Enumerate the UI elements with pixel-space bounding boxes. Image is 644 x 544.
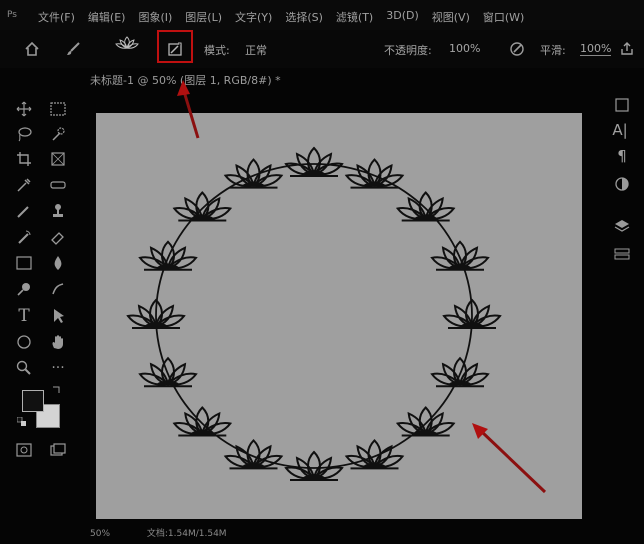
path-selection-tool-icon[interactable] xyxy=(48,306,68,326)
opacity-label: 不透明度: xyxy=(384,44,432,57)
options-bar: 模式: 正常 不透明度: 100% 平滑: 100% xyxy=(0,30,644,68)
mode-label: 模式: xyxy=(204,44,230,57)
document-canvas[interactable] xyxy=(96,113,582,519)
history-panel-icon[interactable] xyxy=(612,95,632,115)
lotus-motif xyxy=(396,406,455,437)
history-brush-tool-icon[interactable] xyxy=(14,227,34,247)
ruler-tool-icon[interactable] xyxy=(48,175,68,195)
lotus-motif xyxy=(345,158,404,189)
mode-dropdown[interactable]: 正常 xyxy=(245,42,267,58)
lotus-wreath-artwork xyxy=(127,147,501,481)
menu-type[interactable]: 文字(Y) xyxy=(235,9,272,25)
eraser-tool-icon[interactable] xyxy=(48,227,68,247)
menu-view[interactable]: 视图(V) xyxy=(432,9,470,25)
character-panel-icon[interactable]: A| xyxy=(610,120,630,140)
lotus-motif xyxy=(285,147,343,177)
move-tool-icon[interactable] xyxy=(14,99,34,119)
share-icon[interactable] xyxy=(616,38,638,60)
document-info[interactable]: 文档:1.54M/1.54M xyxy=(147,529,227,539)
quick-mask-icon[interactable] xyxy=(14,440,34,460)
lotus-motif xyxy=(224,158,283,189)
ellipse-tool-icon[interactable] xyxy=(14,332,34,352)
home-icon[interactable] xyxy=(21,38,43,60)
menu-layer[interactable]: 图层(L) xyxy=(185,9,222,25)
lotus-motif xyxy=(173,406,232,437)
healing-brush-tool-icon[interactable] xyxy=(14,201,34,221)
blur-tool-icon[interactable] xyxy=(48,253,68,273)
hand-tool-icon[interactable] xyxy=(48,332,68,352)
adjustments-panel-icon[interactable] xyxy=(612,174,632,194)
opacity-value[interactable]: 100% xyxy=(449,42,480,55)
lotus-motif xyxy=(396,191,455,222)
lasso-tool-icon[interactable] xyxy=(14,124,34,144)
menu-filter[interactable]: 滤镜(T) xyxy=(336,9,373,25)
menu-list: 文件(F) 编辑(E) 图象(I) 图层(L) 文字(Y) 选择(S) 滤镜(T… xyxy=(38,9,524,25)
menu-window[interactable]: 窗口(W) xyxy=(483,9,524,25)
app-logo[interactable]: Ps xyxy=(7,10,17,20)
menu-bar: Ps 文件(F) 编辑(E) 图象(I) 图层(L) 文字(Y) 选择(S) 滤… xyxy=(0,0,644,30)
lotus-motif xyxy=(224,439,283,470)
menu-edit[interactable]: 编辑(E) xyxy=(88,9,126,25)
paragraph-panel-icon[interactable]: ¶ xyxy=(612,146,632,166)
menu-image[interactable]: 图象(I) xyxy=(138,9,172,25)
menu-select[interactable]: 选择(S) xyxy=(285,9,323,25)
smoothing-label: 平滑: xyxy=(540,44,566,57)
marquee-tool-icon[interactable] xyxy=(48,99,68,119)
menu-3d[interactable]: 3D(D) xyxy=(386,9,419,25)
screen-mode-icon[interactable] xyxy=(48,440,68,460)
smoothing-value[interactable]: 100% xyxy=(580,42,612,56)
gradient-tool-icon[interactable] xyxy=(14,253,34,273)
more-tools-icon[interactable]: ··· xyxy=(48,358,68,378)
layers-panel-icon[interactable] xyxy=(612,216,632,236)
type-tool-icon[interactable]: T xyxy=(14,306,34,326)
crop-tool-icon[interactable] xyxy=(14,149,34,169)
menu-file[interactable]: 文件(F) xyxy=(38,9,75,25)
swap-colors-icon[interactable] xyxy=(50,384,62,396)
pressure-opacity-icon[interactable] xyxy=(506,38,528,60)
dodge-tool-icon[interactable] xyxy=(14,279,34,299)
foreground-color-swatch[interactable] xyxy=(22,390,44,412)
pen-tool-icon[interactable] xyxy=(48,279,68,299)
frame-tool-icon[interactable] xyxy=(48,149,68,169)
document-tab[interactable]: 未标题-1 @ 50% (图层 1, RGB/8#) * xyxy=(90,72,281,88)
zoom-tool-icon[interactable] xyxy=(14,358,34,378)
eyedropper-tool-icon[interactable] xyxy=(14,175,34,195)
clone-stamp-tool-icon[interactable] xyxy=(48,201,68,221)
lotus-motif xyxy=(173,191,232,222)
channels-panel-icon[interactable] xyxy=(612,244,632,264)
brush-tool-icon[interactable] xyxy=(62,38,84,60)
brush-settings-highlight xyxy=(157,30,193,63)
zoom-level[interactable]: 50% xyxy=(90,529,110,539)
default-colors-icon[interactable] xyxy=(16,416,28,428)
brush-preset-picker-icon[interactable] xyxy=(114,33,140,53)
lotus-motif xyxy=(345,439,404,470)
quick-selection-tool-icon[interactable] xyxy=(48,124,68,144)
status-bar: 50% 文档:1.54M/1.54M xyxy=(90,526,261,539)
